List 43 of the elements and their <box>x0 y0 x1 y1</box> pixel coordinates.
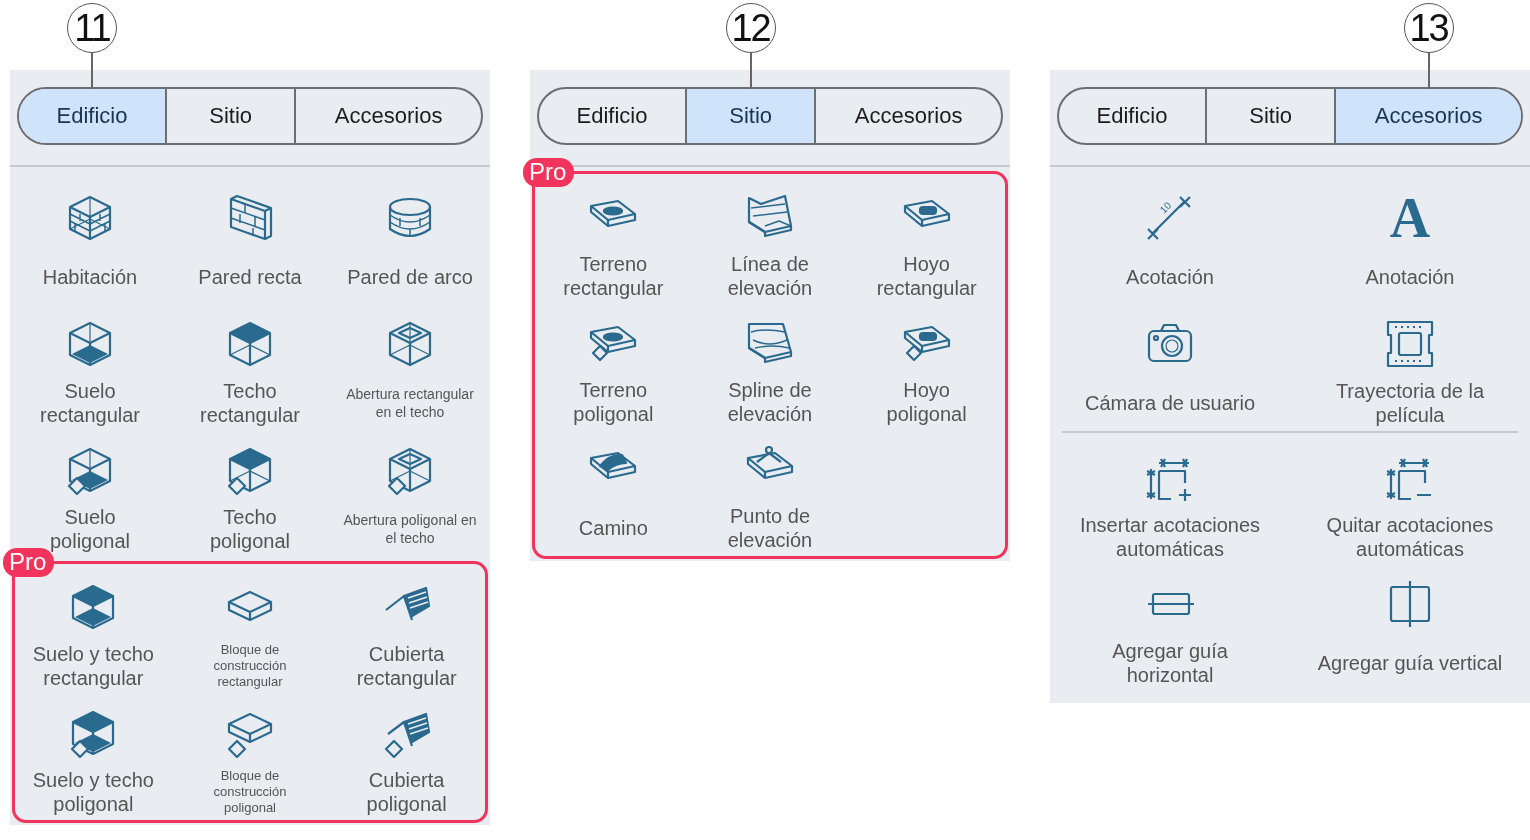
tab[interactable]: Sitio <box>687 89 815 143</box>
tab[interactable]: Accesorios <box>1336 89 1521 143</box>
tab[interactable]: Edificio <box>19 89 166 143</box>
tool-button[interactable]: Línea de elevación <box>691 178 849 304</box>
tool-button[interactable]: Bloque de construcción poligonal <box>171 694 329 820</box>
tool-button[interactable]: Cubierta rectangular <box>328 568 485 694</box>
tool-button[interactable]: Agregar guía vertical <box>1290 565 1530 691</box>
tool-button[interactable]: Abertura rectangular en el techo <box>330 305 490 431</box>
tool-button[interactable]: Trayectoria de la película <box>1290 305 1530 431</box>
tool-button[interactable]: Insertar acotaciones automáticas <box>1050 439 1290 565</box>
tool-button[interactable]: Techo rectangular <box>170 305 330 431</box>
tool-button[interactable]: Cámara de usuario <box>1050 305 1290 431</box>
tool-button[interactable]: A Anotación <box>1290 179 1530 305</box>
tab[interactable]: Edificio <box>539 89 686 143</box>
tool-button[interactable]: Hoyo poligonal <box>848 304 1005 430</box>
tool-button[interactable]: Suelo y techo poligonal <box>15 694 172 820</box>
tab[interactable]: Accesorios <box>816 89 1001 143</box>
tool-button[interactable]: Suelo rectangular <box>10 305 170 431</box>
tool-button[interactable]: Punto de elevación <box>691 430 849 556</box>
tool-button[interactable]: Quitar acotaciones automáticas <box>1290 439 1530 565</box>
tab[interactable]: Edificio <box>1059 89 1206 143</box>
callout-number: 11 <box>67 3 117 53</box>
tool-button[interactable]: Bloque de construcción rectangular <box>171 568 329 694</box>
callout-number: 12 <box>725 3 776 53</box>
tool-button[interactable]: Pared de arco <box>330 179 490 305</box>
tab[interactable]: Accesorios <box>296 89 481 143</box>
tool-button[interactable]: Abertura poligonal en el techo <box>330 431 490 557</box>
pro-badge: Pro <box>523 158 575 187</box>
tool-button[interactable]: Habitación <box>10 179 170 305</box>
tool-button[interactable]: Pared recta <box>170 179 330 305</box>
film-icon <box>1385 319 1435 369</box>
tool-button[interactable]: Cubierta poligonal <box>328 694 485 820</box>
tool-button[interactable]: Agregar guía horizontal <box>1050 565 1290 691</box>
tab[interactable]: Sitio <box>167 89 295 143</box>
tool-button[interactable]: 10 Acotación <box>1050 179 1290 305</box>
tab[interactable]: Sitio <box>1207 89 1335 143</box>
tool-button[interactable]: Hoyo rectangular <box>848 178 1005 304</box>
callout-number: 13 <box>1403 3 1454 53</box>
tool-button[interactable]: Techo poligonal <box>170 431 330 557</box>
letter-icon: A <box>1389 193 1431 243</box>
tool-button[interactable]: Terreno poligonal <box>535 304 692 430</box>
tool-button[interactable]: Spline de elevación <box>691 304 849 430</box>
tool-button[interactable]: Camino <box>535 430 692 556</box>
